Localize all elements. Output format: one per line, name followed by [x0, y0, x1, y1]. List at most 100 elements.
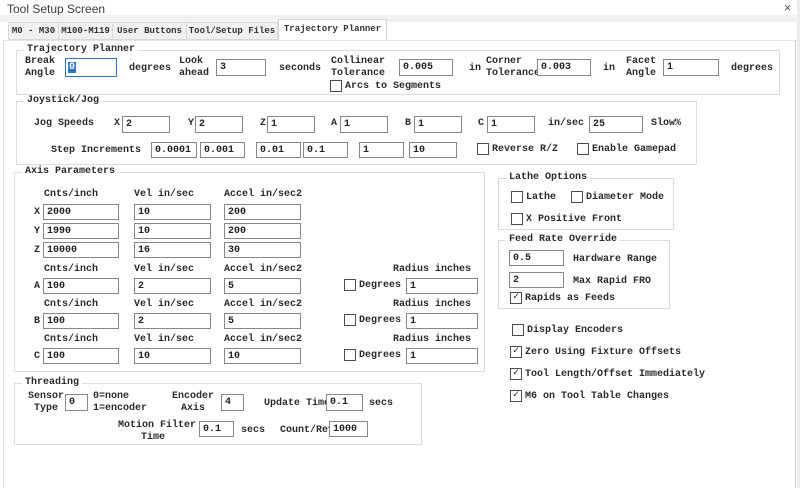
- zero-using-fixture-offsets-checkbox[interactable]: ✓ Zero Using Fixture Offsets: [510, 346, 681, 358]
- facet-angle-input[interactable]: [663, 59, 719, 76]
- y-cnts-input[interactable]: [43, 223, 119, 239]
- count-rev-input[interactable]: [329, 421, 368, 437]
- checkbox-box[interactable]: ✓: [510, 368, 522, 380]
- enable-gamepad-checkbox[interactable]: Enable Gamepad: [577, 143, 676, 155]
- step-increment-6-input[interactable]: [409, 142, 457, 158]
- break-angle-input[interactable]: 0: [65, 58, 117, 77]
- slow-percent-label: Slow%: [651, 118, 681, 129]
- close-icon[interactable]: ×: [779, 0, 796, 15]
- jog-speed-c-input[interactable]: [487, 116, 535, 133]
- a-degrees-checkbox[interactable]: Degrees: [344, 279, 401, 291]
- checkbox-box[interactable]: ✓: [510, 292, 522, 304]
- tab-m0-m30[interactable]: M0 - M30: [8, 22, 59, 40]
- tab-trajectory-planner[interactable]: Trajectory Planner: [278, 19, 387, 40]
- x-cnts-input[interactable]: [43, 204, 119, 220]
- jog-speed-z-input[interactable]: [267, 116, 315, 133]
- motion-filter-time-unit: secs: [241, 425, 265, 436]
- sensor-type-label: SensorType: [23, 391, 69, 415]
- a-vel-input[interactable]: [134, 278, 211, 294]
- checkbox-box[interactable]: ✓: [510, 390, 522, 402]
- checkbox-box[interactable]: [477, 143, 489, 155]
- look-ahead-input[interactable]: [216, 59, 266, 76]
- checkbox-box[interactable]: [344, 349, 356, 361]
- axis-a-label: A: [34, 281, 40, 292]
- tab-m100-m119[interactable]: M100-M119: [59, 22, 113, 40]
- sensor-type-input[interactable]: [65, 394, 88, 411]
- b-radius-input[interactable]: [406, 313, 478, 329]
- checkbox-label: Degrees: [359, 350, 401, 361]
- motion-filter-time-input[interactable]: [199, 421, 234, 437]
- c-accel-input[interactable]: [224, 348, 301, 364]
- reverse-rz-checkbox[interactable]: Reverse R/Z: [477, 143, 558, 155]
- jog-speed-a-input[interactable]: [340, 116, 388, 133]
- jog-axis-y-label: Y: [188, 118, 194, 129]
- a-accel-input[interactable]: [224, 278, 301, 294]
- checkbox-box[interactable]: [577, 143, 589, 155]
- checkbox-box[interactable]: [511, 213, 523, 225]
- jog-speed-y-input[interactable]: [195, 116, 243, 133]
- jog-speed-b-input[interactable]: [414, 116, 462, 133]
- joystick-jog-group-label: Joystick/Jog: [24, 95, 102, 106]
- tool-length-offset-immediately-checkbox[interactable]: ✓ Tool Length/Offset Immediately: [510, 368, 705, 380]
- encoder-axis-input[interactable]: [221, 394, 244, 411]
- corner-tolerance-unit: in: [603, 63, 615, 74]
- collinear-tolerance-input[interactable]: [399, 59, 453, 76]
- step-increment-3-input[interactable]: [256, 142, 301, 158]
- corner-tolerance-input[interactable]: [537, 59, 591, 76]
- step-increment-4-input[interactable]: [303, 142, 348, 158]
- tab-tool-setup-files[interactable]: Tool/Setup Files: [187, 22, 278, 40]
- vel-header: Vel in/sec: [134, 334, 194, 345]
- b-degrees-checkbox[interactable]: Degrees: [344, 314, 401, 326]
- checkbox-box[interactable]: ✓: [510, 346, 522, 358]
- b-vel-input[interactable]: [134, 313, 211, 329]
- accel-header: Accel in/sec2: [224, 334, 302, 345]
- z-vel-input[interactable]: [134, 242, 211, 258]
- step-increment-1-input[interactable]: [151, 142, 197, 158]
- m6-on-tool-table-changes-checkbox[interactable]: ✓ M6 on Tool Table Changes: [510, 390, 669, 402]
- rapids-as-feeds-checkbox[interactable]: ✓ Rapids as Feeds: [510, 292, 615, 304]
- max-rapid-fro-input[interactable]: [509, 272, 564, 288]
- checkbox-box[interactable]: [511, 191, 523, 203]
- b-cnts-input[interactable]: [43, 313, 119, 329]
- checkbox-label: Zero Using Fixture Offsets: [525, 347, 681, 358]
- z-accel-input[interactable]: [224, 242, 301, 258]
- c-radius-input[interactable]: [406, 348, 478, 364]
- checkbox-box[interactable]: [344, 279, 356, 291]
- checkbox-box[interactable]: [512, 324, 524, 336]
- arcs-to-segments-checkbox[interactable]: Arcs to Segments: [330, 80, 441, 92]
- a-cnts-input[interactable]: [43, 278, 119, 294]
- x-vel-input[interactable]: [134, 204, 211, 220]
- x-accel-input[interactable]: [224, 204, 301, 220]
- step-increment-5-input[interactable]: [359, 142, 404, 158]
- y-vel-input[interactable]: [134, 223, 211, 239]
- y-accel-input[interactable]: [224, 223, 301, 239]
- tab-bar: M0 - M30 M100-M119 User Buttons Tool/Set…: [8, 19, 387, 40]
- checkbox-label: Degrees: [359, 280, 401, 291]
- diameter-mode-checkbox[interactable]: Diameter Mode: [571, 191, 664, 203]
- x-positive-front-checkbox[interactable]: X Positive Front: [511, 213, 622, 225]
- checkbox-box[interactable]: [344, 314, 356, 326]
- checkbox-box[interactable]: [330, 80, 342, 92]
- checkbox-box[interactable]: [571, 191, 583, 203]
- tab-user-buttons[interactable]: User Buttons: [113, 22, 187, 40]
- cnts-header: Cnts/inch: [44, 299, 98, 310]
- hardware-range-input[interactable]: [509, 250, 564, 266]
- jog-speed-x-input[interactable]: [122, 116, 170, 133]
- c-cnts-input[interactable]: [43, 348, 119, 364]
- c-degrees-checkbox[interactable]: Degrees: [344, 349, 401, 361]
- lathe-options-group: Lathe Options Lathe Diameter Mode X Posi…: [498, 178, 674, 230]
- z-cnts-input[interactable]: [43, 242, 119, 258]
- checkbox-label: Rapids as Feeds: [525, 293, 615, 304]
- c-vel-input[interactable]: [134, 348, 211, 364]
- step-increment-2-input[interactable]: [200, 142, 245, 158]
- lathe-checkbox[interactable]: Lathe: [511, 191, 556, 203]
- a-radius-input[interactable]: [406, 278, 478, 294]
- update-time-input[interactable]: [326, 394, 363, 411]
- display-encoders-checkbox[interactable]: Display Encoders: [512, 324, 623, 336]
- slow-percent-input[interactable]: [589, 116, 643, 133]
- jog-axis-x-label: X: [114, 118, 120, 129]
- accel-header: Accel in/sec2: [224, 189, 302, 200]
- corner-tolerance-label: CornerTolerance: [486, 56, 540, 80]
- facet-angle-label: FacetAngle: [626, 56, 656, 80]
- b-accel-input[interactable]: [224, 313, 301, 329]
